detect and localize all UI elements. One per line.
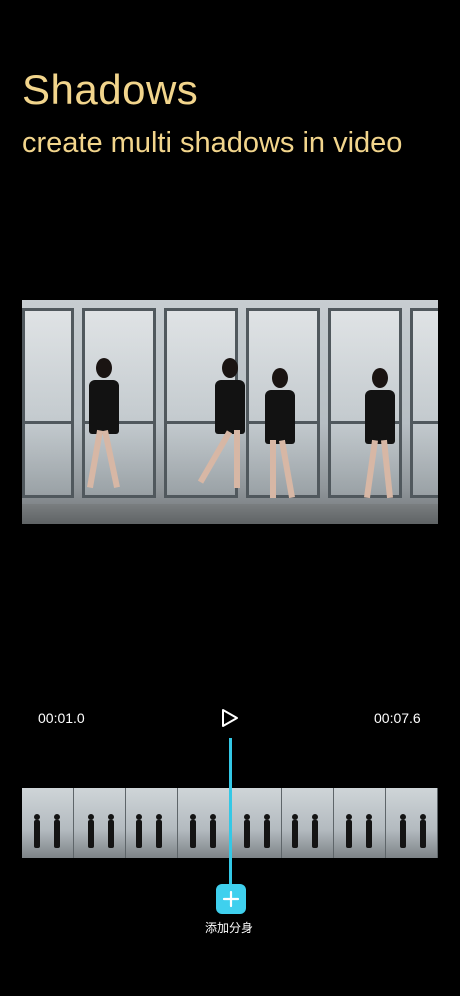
timeline-frame — [126, 788, 178, 858]
playhead[interactable] — [229, 738, 232, 884]
plus-icon — [222, 890, 240, 908]
dancer-figure — [84, 358, 124, 518]
play-button[interactable] — [218, 706, 242, 730]
start-time: 00:01.0 — [38, 710, 85, 726]
timeline-frame — [178, 788, 230, 858]
timeline-frame — [74, 788, 126, 858]
end-time: 00:07.6 — [374, 710, 421, 726]
video-preview[interactable] — [22, 300, 438, 524]
background-window — [22, 308, 74, 498]
dancer-figure — [358, 368, 402, 518]
page-title: Shadows — [22, 66, 199, 113]
timeline-frame — [334, 788, 386, 858]
dancer-figure — [197, 358, 252, 518]
dancer-figure — [260, 368, 300, 518]
play-icon — [222, 709, 238, 727]
page-subtitle: create multi shadows in video — [22, 127, 403, 159]
timeline-frame — [386, 788, 438, 858]
timeline-frame — [22, 788, 74, 858]
add-shadow-label: 添加分身 — [205, 921, 254, 935]
background-window — [410, 308, 438, 498]
add-shadow-button[interactable] — [216, 884, 246, 914]
timeline-frame — [282, 788, 334, 858]
timeline-frame — [230, 788, 282, 858]
